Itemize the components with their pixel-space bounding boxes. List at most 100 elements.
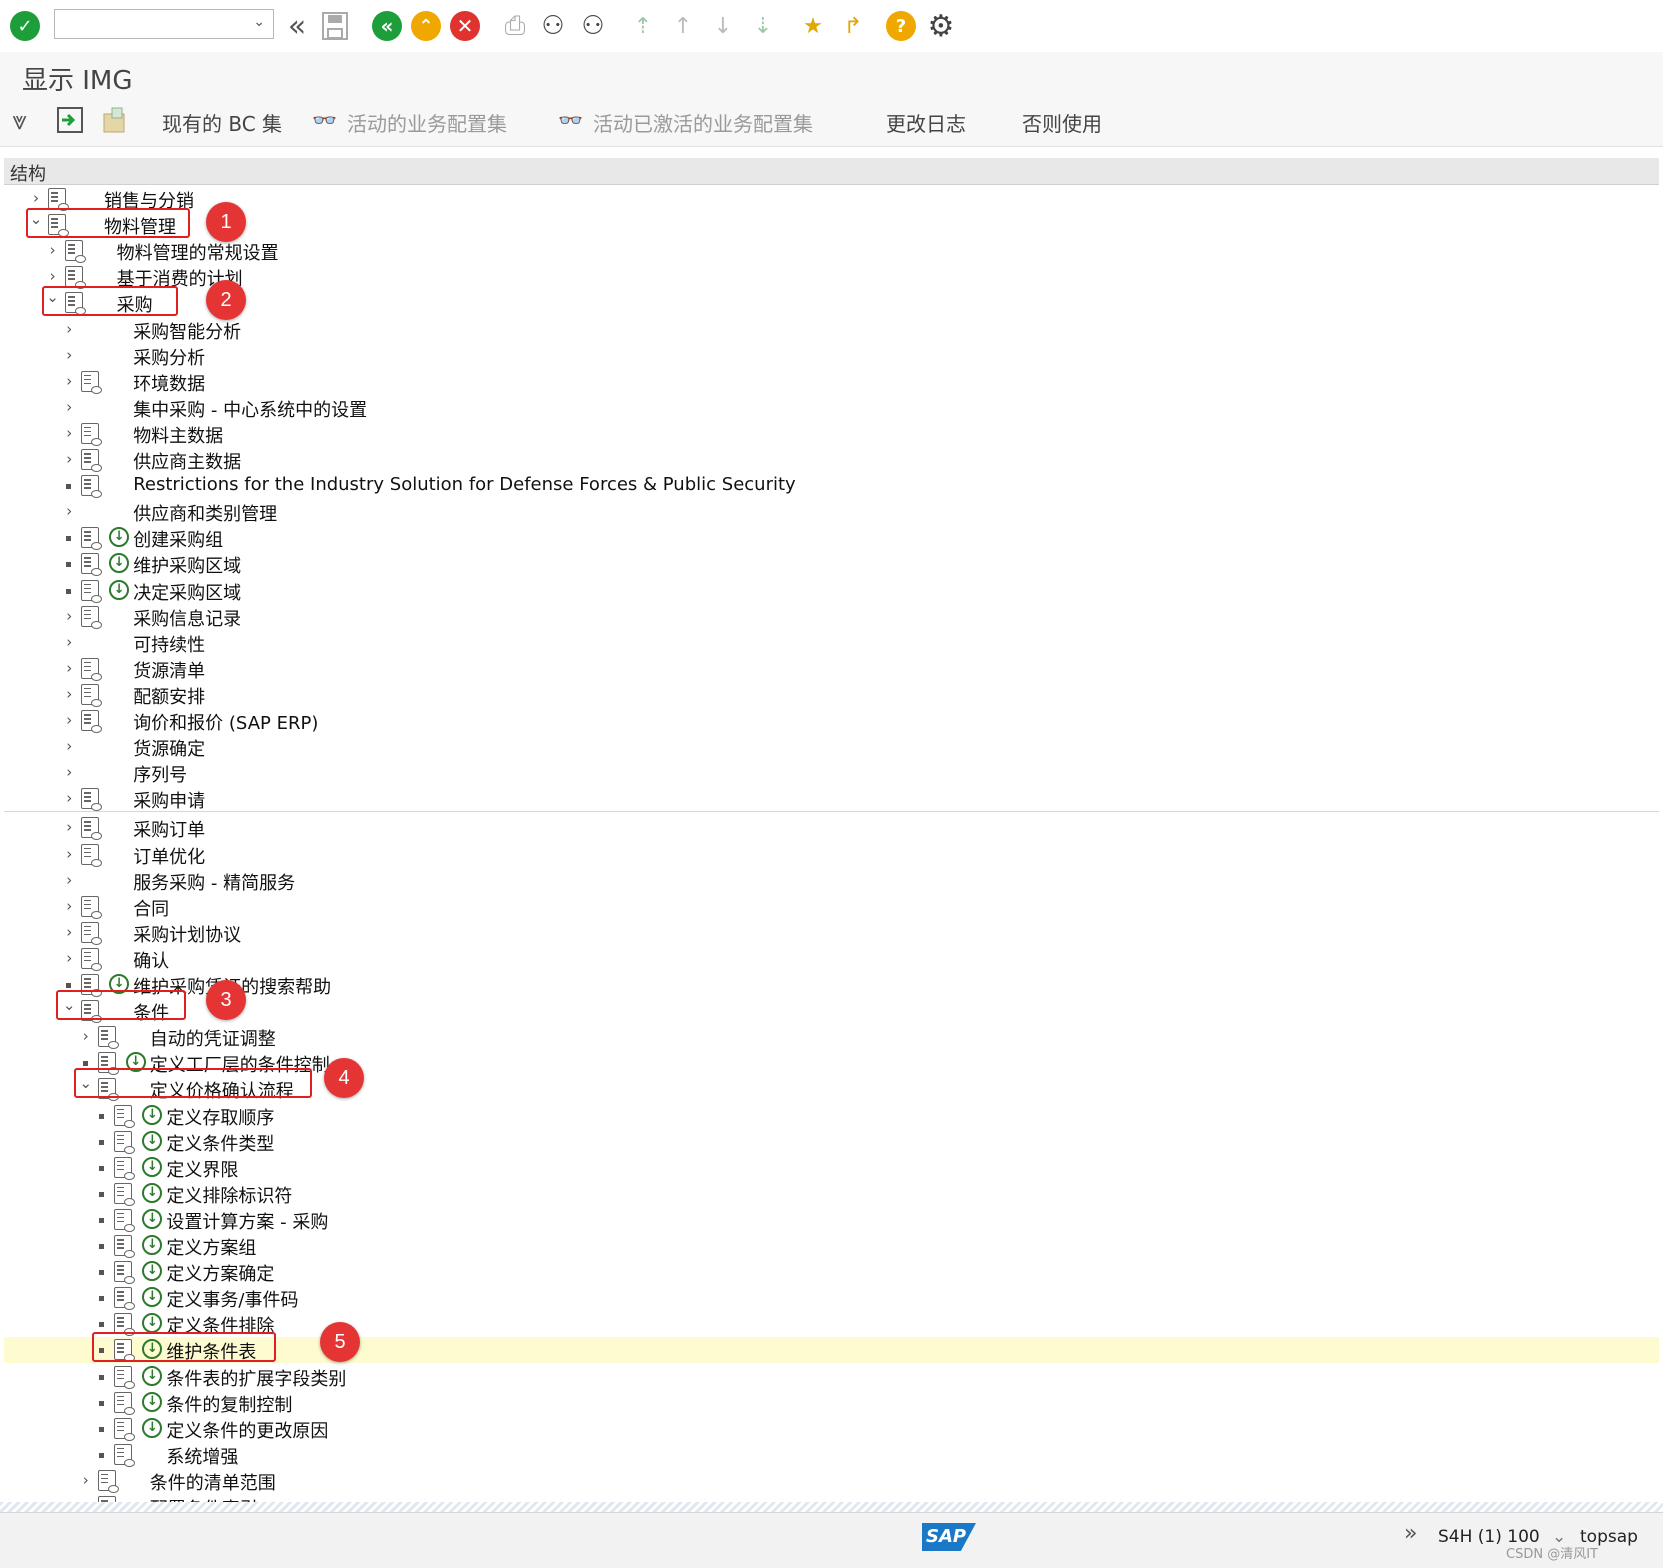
last-page-icon[interactable]: ⇣ (746, 9, 780, 43)
tree-node[interactable]: ↓ 定义条件类型 (4, 1129, 1659, 1155)
tree-node-label[interactable]: 定义条件类型 (166, 1130, 274, 1156)
activated-bc-sets-button[interactable]: 活动已激活的业务配置集 (593, 108, 813, 137)
tree-node[interactable]: › 采购订单 (4, 815, 1659, 841)
tree-node[interactable]: ↓ 维护采购区域 (4, 551, 1659, 577)
tree-node[interactable]: › 采购计划协议 (4, 920, 1659, 946)
tree-node[interactable]: › 自动的凭证调整 (4, 1024, 1659, 1050)
documentation-icon[interactable] (48, 188, 69, 211)
expand-node-icon[interactable]: › (61, 631, 77, 653)
execute-icon[interactable]: ↓ (109, 553, 130, 574)
tree-node[interactable]: › 物料管理的常规设置 (4, 238, 1659, 264)
tree-node-label[interactable]: 定义方案确定 (166, 1260, 274, 1286)
where-used-button[interactable]: 否则使用 (1022, 108, 1102, 137)
documentation-icon[interactable] (81, 895, 103, 919)
tree-node-label[interactable]: 集中采购 - 中心系统中的设置 (133, 396, 367, 422)
documentation-icon[interactable] (81, 947, 103, 971)
back-button[interactable]: « (370, 9, 404, 43)
tree-node[interactable]: ↓维护采购凭证的搜索帮助 (4, 972, 1659, 998)
execute-icon[interactable]: ↓ (142, 1261, 163, 1282)
double-chevron-left-icon[interactable]: « (280, 9, 314, 44)
tree-node-label[interactable]: 采购申请 (133, 787, 205, 813)
tree-node[interactable]: › 服务采购 - 精简服务 (4, 868, 1659, 894)
double-chevron-right-icon[interactable]: » (1404, 1521, 1417, 1546)
expand-node-icon[interactable]: › (61, 605, 77, 627)
tree-node[interactable]: ↓ 定义方案组 (4, 1233, 1659, 1259)
expand-node-icon[interactable]: › (61, 422, 77, 444)
chevron-down-icon[interactable]: ⌄ (253, 14, 265, 30)
documentation-icon[interactable] (81, 422, 103, 446)
documentation-icon[interactable] (114, 1365, 136, 1389)
find-next-icon[interactable]: ⚇ (576, 9, 610, 43)
expand-node-icon[interactable]: › (61, 370, 77, 392)
documentation-icon[interactable] (114, 1208, 136, 1232)
next-page-icon[interactable]: ↓ (706, 9, 740, 43)
tree-node-label[interactable]: 货源确定 (133, 735, 205, 761)
collapse-all-icon[interactable]: ⩔ (12, 106, 44, 138)
tree-node-label[interactable]: 货源清单 (133, 657, 205, 683)
tree-node[interactable]: ⌄ 条件 (4, 996, 1659, 1024)
expand-node-icon[interactable]: › (61, 657, 77, 679)
expand-node-icon[interactable]: › (61, 947, 77, 969)
save-button[interactable] (318, 9, 352, 43)
tree-node-label[interactable]: 维护采购区域 (133, 552, 241, 578)
tree-node-label[interactable]: 供应商和类别管理 (133, 500, 277, 526)
clipboard-icon[interactable] (100, 106, 132, 138)
previous-page-icon[interactable]: ↑ (666, 9, 700, 43)
expand-node-icon[interactable]: › (78, 1025, 94, 1047)
tree-node-label[interactable]: 自动的凭证调整 (150, 1025, 276, 1051)
documentation-icon[interactable] (81, 370, 103, 394)
execute-icon[interactable]: ↓ (142, 1287, 163, 1308)
expand-node-icon[interactable]: › (61, 869, 77, 891)
tree-node[interactable]: › 确认 (4, 946, 1659, 972)
documentation-icon[interactable] (81, 817, 103, 841)
tree-node[interactable]: ⌄ 采购 (4, 288, 1659, 316)
tree-node-label[interactable]: 供应商主数据 (133, 448, 241, 474)
expand-node-icon[interactable]: › (61, 816, 77, 838)
tree-node[interactable]: › 物料主数据 (4, 421, 1659, 447)
expand-node-icon[interactable]: › (61, 787, 77, 809)
tree-node-label[interactable]: 条件表的扩展字段类别 (166, 1365, 346, 1391)
tree-node-label[interactable]: 条件的复制控制 (166, 1391, 292, 1417)
tree-node[interactable]: › 销售与分销 (4, 186, 1659, 212)
documentation-icon[interactable] (81, 843, 103, 867)
documentation-icon[interactable] (81, 605, 103, 629)
tree-node[interactable]: › 货源确定 (4, 734, 1659, 760)
tree-node[interactable]: ⌄ 物料管理 (4, 210, 1659, 238)
expand-node-icon[interactable]: › (61, 735, 77, 757)
expand-node-icon[interactable]: › (45, 239, 61, 261)
tree-node-label[interactable]: 物料管理的常规设置 (117, 239, 279, 265)
documentation-icon[interactable] (64, 266, 86, 290)
documentation-icon[interactable] (81, 449, 103, 472)
tree-node[interactable]: › 采购申请 (4, 786, 1659, 812)
documentation-icon[interactable] (114, 1261, 136, 1285)
expand-node-icon[interactable]: › (61, 448, 77, 470)
shortcut-icon[interactable]: ↱ (836, 9, 870, 43)
execute-icon[interactable]: ↓ (109, 579, 130, 600)
tree-node[interactable]: ↓ 条件的复制控制 (4, 1390, 1659, 1416)
execute-icon[interactable]: ↓ (142, 1313, 163, 1334)
tree-node[interactable]: › 集中采购 - 中心系统中的设置 (4, 395, 1659, 421)
tree-node[interactable]: › 配额安排 (4, 682, 1659, 708)
tree-node[interactable]: ↓ 条件表的扩展字段类别 (4, 1364, 1659, 1390)
tree-node-label[interactable]: 定义排除标识符 (166, 1182, 292, 1208)
existing-bc-sets-button[interactable]: 现有的 BC 集 (162, 108, 282, 137)
expand-node-icon[interactable]: › (61, 709, 77, 731)
expand-node-icon[interactable]: › (78, 1469, 94, 1491)
tree-node-label[interactable]: 询价和报价 (SAP ERP) (133, 709, 318, 735)
tree-node-label[interactable]: 采购信息记录 (133, 605, 241, 631)
tree-node[interactable]: ↓ 设置计算方案 - 采购 (4, 1207, 1659, 1233)
tree-node-label[interactable]: 定义存取顺序 (166, 1104, 274, 1130)
tree-node[interactable]: › 采购智能分析 (4, 317, 1659, 343)
tree-node-label[interactable]: 条件的清单范围 (150, 1469, 276, 1495)
documentation-icon[interactable] (114, 1182, 136, 1206)
execute-icon[interactable]: ↓ (142, 1417, 163, 1438)
expand-node-icon[interactable]: › (61, 318, 77, 340)
documentation-icon[interactable] (114, 1287, 136, 1311)
documentation-icon[interactable] (114, 1443, 136, 1467)
active-bc-sets-button[interactable]: 活动的业务配置集 (347, 108, 507, 137)
change-log-button[interactable]: 更改日志 (886, 108, 966, 137)
new-window-icon[interactable]: ★ (796, 9, 830, 43)
documentation-icon[interactable] (97, 1469, 119, 1493)
documentation-icon[interactable] (81, 475, 103, 499)
command-field[interactable]: ⌄ (54, 9, 274, 39)
